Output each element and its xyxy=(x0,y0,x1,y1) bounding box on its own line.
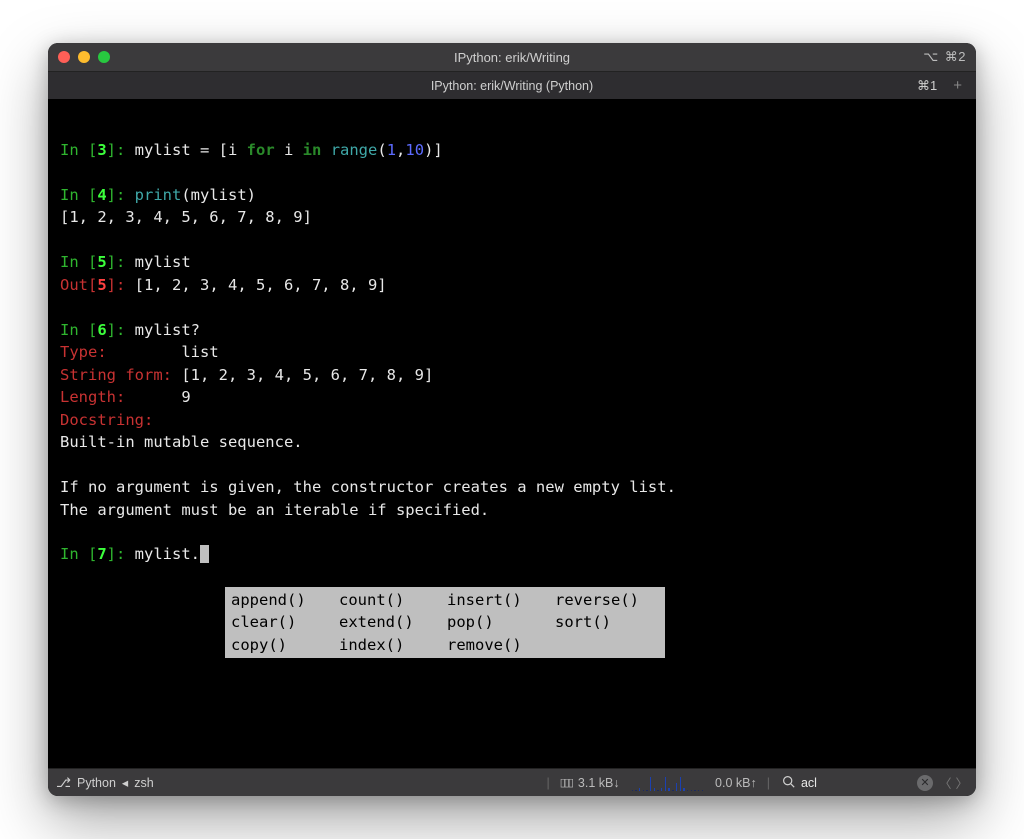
blank-line xyxy=(60,521,964,543)
info-line: Length: 9 xyxy=(60,386,964,408)
sparkline-icon xyxy=(626,775,709,791)
divider-icon: | xyxy=(542,776,553,790)
search-input[interactable]: acl xyxy=(801,776,911,790)
minimize-icon[interactable] xyxy=(78,51,90,63)
search-nav: 〈 〉 xyxy=(939,773,968,792)
blank-line xyxy=(60,229,964,251)
completion-popup[interactable]: append() count() insert() reverse() clea… xyxy=(225,587,665,658)
window-shortcut: ⌘2 xyxy=(945,49,966,65)
shell-name: zsh xyxy=(134,776,153,790)
completion-item[interactable]: sort() xyxy=(553,611,661,633)
net-up: 0.0 kB↑ xyxy=(715,776,757,790)
status-left: ⎇ Python ◂ zsh xyxy=(56,775,154,791)
output-line: [1, 2, 3, 4, 5, 6, 7, 8, 9] xyxy=(60,206,964,228)
completion-item[interactable]: insert() xyxy=(445,589,553,611)
completion-item[interactable]: extend() xyxy=(337,611,445,633)
new-tab-button[interactable]: + xyxy=(949,78,966,93)
terminal-body[interactable]: In [3]: mylist = [i for i in range(1,10)… xyxy=(48,99,976,768)
popup-row: append() count() insert() reverse() xyxy=(229,589,661,611)
branch-icon: ⎇ xyxy=(56,775,71,791)
net-down: 3.1 kB↓ xyxy=(578,776,620,790)
info-line: Type: list xyxy=(60,341,964,363)
input-line: In [7]: mylist. xyxy=(60,543,964,565)
statusbar: ⎇ Python ◂ zsh | ▯▯▯ 3.1 kB↓ 0.0 kB↑ | xyxy=(48,768,976,796)
titlebar-shortcut: ⌥ ⌘2 xyxy=(923,49,966,65)
output-line: Out[5]: [1, 2, 3, 4, 5, 6, 7, 8, 9] xyxy=(60,274,964,296)
process-name: Python xyxy=(77,776,116,790)
network-icon: ▯▯▯ xyxy=(560,776,572,789)
search-box[interactable]: acl xyxy=(782,775,911,791)
completion-item[interactable]: copy() xyxy=(229,634,337,656)
completion-item[interactable]: append() xyxy=(229,589,337,611)
status-search: acl ✕ 〈 〉 xyxy=(782,773,968,792)
info-line: String form: [1, 2, 3, 4, 5, 6, 7, 8, 9] xyxy=(60,364,964,386)
clear-search-button[interactable]: ✕ xyxy=(917,775,933,791)
divider-icon: | xyxy=(763,776,774,790)
tab-shortcut: ⌘1 xyxy=(917,78,937,94)
alt-key-icon: ⌥ xyxy=(923,49,938,65)
docstring-line: Built-in mutable sequence. xyxy=(60,431,964,453)
search-icon xyxy=(782,775,795,791)
window-title: IPython: erik/Writing xyxy=(48,50,976,65)
close-icon[interactable] xyxy=(58,51,70,63)
popup-row: copy() index() remove() xyxy=(229,634,661,656)
terminal-window: IPython: erik/Writing ⌥ ⌘2 IPython: erik/… xyxy=(48,43,976,796)
completion-item[interactable]: reverse() xyxy=(553,589,661,611)
blank-line xyxy=(60,161,964,183)
blank-line xyxy=(60,454,964,476)
titlebar: IPython: erik/Writing ⌥ ⌘2 xyxy=(48,43,976,71)
completion-item[interactable]: remove() xyxy=(445,634,553,656)
blank-line xyxy=(60,296,964,318)
traffic-lights xyxy=(58,51,110,63)
status-network: | ▯▯▯ 3.1 kB↓ 0.0 kB↑ | xyxy=(542,775,774,791)
prev-result-button[interactable]: 〈 xyxy=(939,773,952,792)
completion-item xyxy=(553,634,661,656)
docstring-line: If no argument is given, the constructor… xyxy=(60,476,964,498)
cursor-icon xyxy=(200,545,209,563)
docstring-line: The argument must be an iterable if spec… xyxy=(60,499,964,521)
tabbar: IPython: erik/Writing (Python) ⌘1 + xyxy=(48,71,976,99)
tab-title[interactable]: IPython: erik/Writing (Python) xyxy=(48,79,976,93)
completion-item[interactable]: pop() xyxy=(445,611,553,633)
input-line: In [5]: mylist xyxy=(60,251,964,273)
next-result-button[interactable]: 〉 xyxy=(955,773,968,792)
input-line: In [6]: mylist? xyxy=(60,319,964,341)
info-line: Docstring: xyxy=(60,409,964,431)
popup-row: clear() extend() pop() sort() xyxy=(229,611,661,633)
zoom-icon[interactable] xyxy=(98,51,110,63)
completion-item[interactable]: count() xyxy=(337,589,445,611)
tabbar-right: ⌘1 + xyxy=(917,78,966,94)
input-line: In [3]: mylist = [i for i in range(1,10)… xyxy=(60,139,964,161)
input-line: In [4]: print(mylist) xyxy=(60,184,964,206)
caret-left-icon: ◂ xyxy=(122,775,128,790)
completion-item[interactable]: index() xyxy=(337,634,445,656)
completion-item[interactable]: clear() xyxy=(229,611,337,633)
